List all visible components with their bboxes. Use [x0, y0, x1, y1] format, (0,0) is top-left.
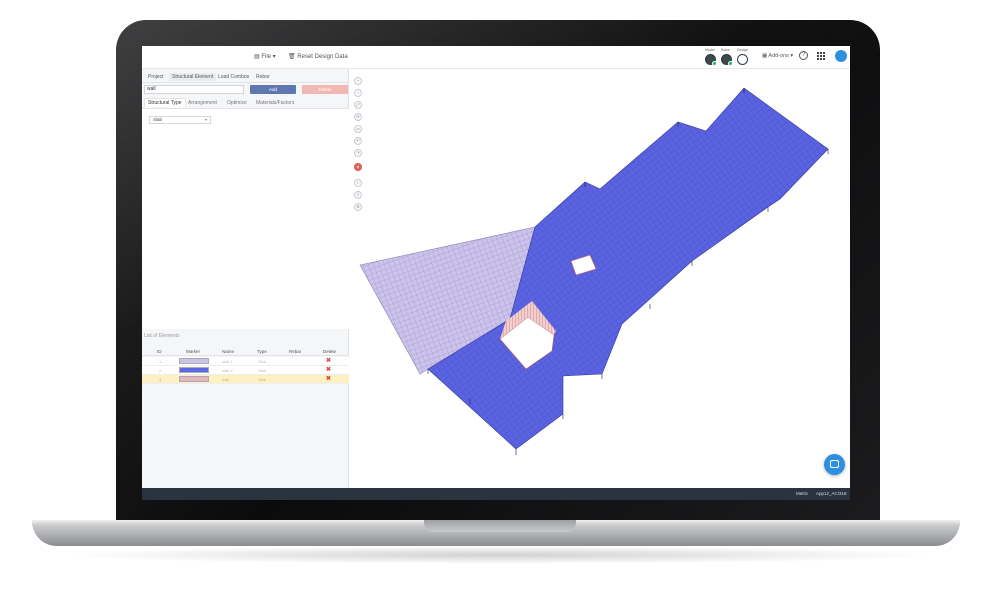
- subtab-arrangement[interactable]: Arrangement: [188, 100, 217, 106]
- element-list-header: ID Marker Name Type Rebar Delete: [142, 346, 349, 356]
- element-marker-swatch: [179, 358, 209, 364]
- element-subtabs: Structural Type Arrangement Optimize Mat…: [142, 98, 349, 109]
- subtab-structural-type[interactable]: Structural Type: [144, 98, 186, 107]
- check-icon: [728, 61, 733, 66]
- delete-row-icon[interactable]: ✖: [326, 357, 331, 364]
- tab-structural-element[interactable]: Structural Element: [169, 73, 217, 81]
- units-label[interactable]: Metric: [796, 491, 808, 496]
- help-icon[interactable]: ?: [799, 51, 808, 60]
- element-marker-swatch: [179, 376, 209, 382]
- tab-load-combos[interactable]: Load Combos: [218, 74, 249, 80]
- file-menu[interactable]: ▤ File ▾: [254, 53, 276, 60]
- table-row[interactable]: 1 slab 1 Slab ✖: [142, 357, 349, 366]
- subtab-optimize[interactable]: Optimize: [227, 100, 247, 106]
- reset-design-data-button[interactable]: 🗑 Reset Design Data: [288, 53, 348, 60]
- tab-project[interactable]: Project: [148, 74, 164, 80]
- structural-type-select[interactable]: Slab ▾: [149, 116, 211, 124]
- col-type: Type: [257, 349, 267, 354]
- element-list-title: List of Elements: [144, 333, 180, 339]
- col-marker: Marker: [186, 349, 201, 354]
- design-mode-icon[interactable]: [737, 54, 748, 65]
- trash-icon: 🗑: [288, 54, 298, 60]
- subtab-materials-factors[interactable]: Materials/Factors: [256, 100, 294, 106]
- project-name: App12_ACI318: [816, 491, 847, 496]
- col-id: ID: [157, 349, 162, 354]
- mode-label-solve: Solve: [721, 48, 730, 52]
- model-viewport[interactable]: + − ⤢ ⟳ ▭ ↶ ↷ ● i ≡ ⚙: [350, 69, 850, 486]
- delete-row-icon[interactable]: ✖: [326, 366, 331, 373]
- laptop-shadow: [60, 546, 940, 564]
- addons-menu[interactable]: ▦ Add-ons ▾: [762, 53, 793, 59]
- status-bar: Metric App12_ACI318: [142, 488, 850, 500]
- left-panel: Project Structural Element Load Combos R…: [142, 69, 349, 490]
- model-mode-icon[interactable]: [705, 54, 717, 66]
- col-rebar: Rebar: [289, 349, 302, 354]
- delete-element-button[interactable]: Delete: [302, 85, 348, 94]
- tab-rebar[interactable]: Rebar: [256, 74, 270, 80]
- delete-row-icon[interactable]: ✖: [326, 375, 331, 382]
- user-avatar[interactable]: [835, 50, 847, 62]
- laptop-mockup: ▤ File ▾ 🗑 Reset Design Data Model Solve…: [0, 0, 1000, 595]
- element-marker-swatch: [179, 367, 209, 373]
- element-name-input[interactable]: wall: [144, 85, 244, 94]
- check-icon: [712, 61, 717, 66]
- mode-label-model: Model: [705, 48, 715, 52]
- mode-label-design: Design: [737, 48, 748, 52]
- chat-icon: [830, 460, 839, 468]
- table-row[interactable]: 2 slab 2 Slab ✖: [142, 366, 349, 375]
- main-tabs: Project Structural Element Load Combos R…: [142, 72, 349, 83]
- chat-support-button[interactable]: [824, 454, 845, 475]
- col-delete: Delete: [323, 349, 337, 354]
- top-bar: ▤ File ▾ 🗑 Reset Design Data Model Solve…: [142, 46, 850, 69]
- slab-mesh-model: [359, 87, 829, 455]
- col-name: Name: [222, 349, 235, 354]
- apps-grid-icon[interactable]: [817, 52, 825, 60]
- mode-switcher: Model Solve Design: [704, 48, 754, 68]
- solve-mode-icon[interactable]: [721, 54, 733, 66]
- app-screen: ▤ File ▾ 🗑 Reset Design Data Model Solve…: [142, 46, 850, 500]
- table-row-selected[interactable]: 3 wall Slab ✖: [142, 375, 349, 384]
- laptop-notch: [424, 520, 576, 532]
- chevron-down-icon: ▾: [204, 117, 207, 122]
- structural-type-body: Slab ▾: [142, 109, 349, 329]
- add-element-button[interactable]: Add: [250, 85, 296, 94]
